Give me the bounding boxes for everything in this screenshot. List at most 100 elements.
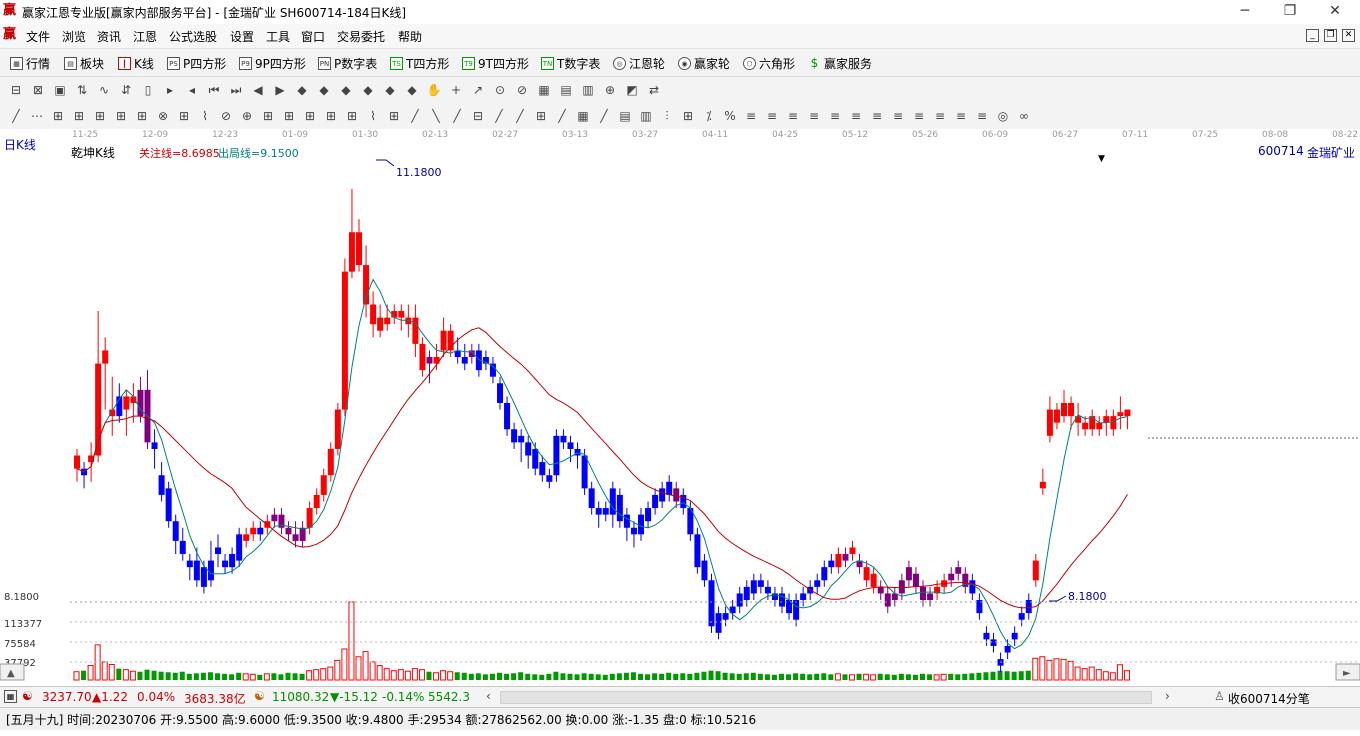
candle[interactable] (1046, 409, 1053, 436)
candle[interactable] (370, 304, 377, 325)
candle[interactable] (990, 639, 997, 646)
line-tool-38-icon[interactable]: ≡ (785, 108, 801, 124)
menu-info[interactable]: 资讯 (97, 28, 121, 45)
line-tool-21-icon[interactable]: ╲ (428, 108, 444, 124)
candle[interactable] (525, 442, 532, 456)
mdi-restore-icon[interactable]: ❐ (1324, 29, 1337, 42)
candle[interactable] (1110, 416, 1117, 430)
toolbar-9p-square-button[interactable]: P9 9P四方形 (239, 55, 306, 72)
candle[interactable] (595, 508, 602, 515)
candle[interactable] (1075, 416, 1082, 423)
candle[interactable] (616, 494, 623, 522)
candle[interactable] (757, 580, 764, 587)
toolbar-p-number-button[interactable]: PN P数字表 (318, 55, 377, 72)
drawing-tool-18-icon[interactable]: ◆ (382, 82, 398, 98)
candle[interactable] (1082, 422, 1089, 430)
candle[interactable] (285, 527, 292, 535)
candle[interactable] (659, 488, 666, 502)
line-tool-47-icon[interactable]: ≡ (974, 108, 990, 124)
drawing-tool-7-icon[interactable]: ▯ (140, 82, 156, 98)
candle[interactable] (983, 632, 990, 640)
candle[interactable] (172, 521, 179, 541)
candle[interactable] (341, 271, 348, 410)
candle[interactable] (969, 580, 976, 594)
candle[interactable] (250, 527, 257, 535)
line-tool-49-icon[interactable]: ∞ (1016, 108, 1032, 124)
line-tool-10-icon[interactable]: ⌇ (197, 108, 213, 124)
candle[interactable] (200, 567, 207, 587)
line-tool-32-icon[interactable]: ⫶ (659, 108, 675, 124)
candle[interactable] (821, 567, 828, 581)
drawing-tool-17-icon[interactable]: ◆ (360, 82, 376, 98)
candle[interactable] (814, 580, 821, 587)
drawing-tool-22-icon[interactable]: ↗ (470, 82, 486, 98)
candle[interactable] (553, 435, 560, 476)
minimize-button[interactable]: ─ (1222, 0, 1268, 24)
candle[interactable] (912, 573, 919, 587)
toolbar-kline-button[interactable]: ┃ K线 (118, 55, 154, 72)
candle[interactable] (955, 567, 962, 574)
line-tool-27-icon[interactable]: ╱ (554, 108, 570, 124)
line-tool-15-icon[interactable]: ⊞ (302, 108, 318, 124)
toolbar-p-square-button[interactable]: PS P四方形 (167, 55, 226, 72)
line-tool-11-icon[interactable]: ⊘ (218, 108, 234, 124)
toolbar-quotes-button[interactable]: ▦ 行情 (10, 55, 50, 72)
candle[interactable] (870, 573, 877, 587)
candle[interactable] (151, 442, 158, 449)
line-tool-18-icon[interactable]: ⌇ (365, 108, 381, 124)
line-tool-19-icon[interactable]: ⊞ (386, 108, 402, 124)
mdi-close-icon[interactable]: ✕ (1342, 29, 1355, 42)
candle[interactable] (504, 402, 511, 430)
drawing-tool-19-icon[interactable]: ◆ (404, 82, 420, 98)
candle[interactable] (179, 540, 186, 555)
candle[interactable] (377, 317, 384, 331)
candle[interactable] (764, 586, 771, 594)
candle[interactable] (1117, 412, 1124, 417)
drawing-tool-13-icon[interactable]: ▶ (272, 82, 288, 98)
line-tool-7-icon[interactable]: ⊞ (134, 108, 150, 124)
drawing-tool-1-icon[interactable]: ⊟ (8, 82, 24, 98)
tick-data-label[interactable]: 收600714分笔 (1228, 690, 1310, 707)
line-tool-35-icon[interactable]: % (722, 108, 738, 124)
candle[interactable] (299, 527, 306, 541)
candle[interactable] (1103, 416, 1110, 423)
candle[interactable] (1124, 409, 1131, 417)
candle[interactable] (1011, 632, 1018, 640)
toolbar-9t-square-button[interactable]: T9 9T四方形 (462, 55, 529, 72)
drawing-tool-27-icon[interactable]: ▥ (580, 82, 596, 98)
toolbar-blocks-button[interactable]: ▤ 板块 (64, 55, 104, 72)
menu-help[interactable]: 帮助 (398, 28, 422, 45)
horizontal-scrollbar[interactable] (500, 691, 1152, 704)
toolbar-hexagon-button[interactable]: ⬡ 六角形 (743, 55, 795, 72)
candle[interactable] (426, 357, 433, 364)
sh-index-value[interactable]: 3237.70 (42, 690, 92, 704)
drawing-tool-2-icon[interactable]: ⊠ (30, 82, 46, 98)
candle[interactable] (222, 560, 229, 568)
candle[interactable] (708, 580, 715, 627)
candle[interactable] (884, 593, 891, 607)
toolbar-winner-wheel-button[interactable]: ◉ 赢家轮 (678, 55, 730, 72)
drawing-tool-14-icon[interactable]: ◆ (294, 82, 310, 98)
candle[interactable] (348, 232, 355, 272)
candle[interactable] (243, 534, 250, 541)
close-button[interactable]: ✕ (1312, 0, 1358, 24)
candle[interactable] (334, 409, 341, 449)
line-tool-26-icon[interactable]: ⊞ (533, 108, 549, 124)
candle[interactable] (313, 494, 320, 509)
sz-index-value[interactable]: 11080.32 (272, 690, 329, 704)
candle[interactable] (433, 357, 440, 364)
candle[interactable] (652, 494, 659, 509)
candle[interactable] (327, 448, 334, 476)
drawing-tool-3-icon[interactable]: ▣ (52, 82, 68, 98)
candle[interactable] (1018, 613, 1025, 620)
candle[interactable] (165, 488, 172, 522)
line-tool-4-icon[interactable]: ⊞ (71, 108, 87, 124)
candle[interactable] (905, 567, 912, 581)
toolbar-gann-wheel-button[interactable]: ◎ 江恩轮 (613, 55, 665, 72)
drawing-tool-12-icon[interactable]: ◀ (250, 82, 266, 98)
restore-button[interactable]: ❐ (1267, 0, 1313, 24)
candle[interactable] (440, 330, 447, 351)
candle[interactable] (1039, 481, 1046, 489)
line-tool-43-icon[interactable]: ≡ (890, 108, 906, 124)
candle[interactable] (666, 481, 673, 495)
